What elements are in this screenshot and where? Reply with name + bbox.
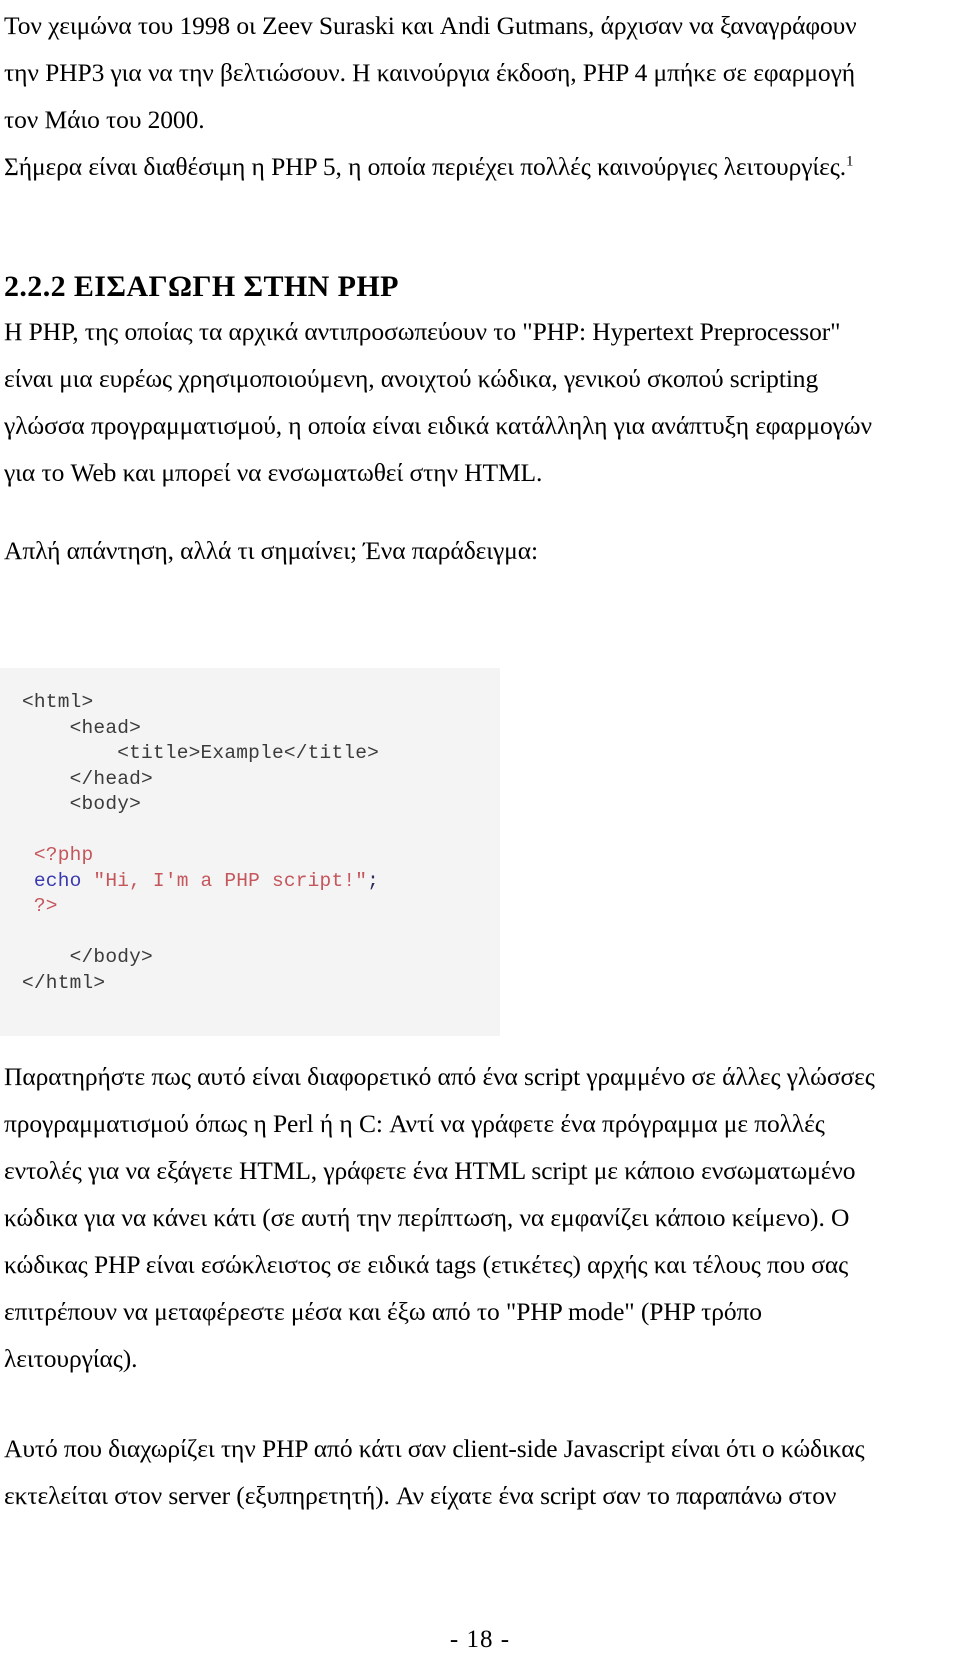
code-example-text: <html> <head> <title>Example</title> </h…	[22, 690, 500, 996]
para2-line-3: εντολές για να εξάγετε HTML, γράφετε ένα…	[4, 1156, 856, 1185]
footnote-marker: 1	[846, 153, 854, 170]
intro-line-4-text: Σήμερα είναι διαθέσιμη η PHP 5, η οποία …	[4, 152, 847, 181]
code-token-tag: <title>Example</title>	[117, 742, 380, 764]
code-token-tag: </head>	[69, 767, 153, 790]
para2-line-5: κώδικας PHP είναι εσώκλειστος σε ειδικά …	[4, 1250, 849, 1279]
para1-line-1: Η PHP, της οποίας τα αρχικά αντιπροσωπεύ…	[4, 317, 841, 346]
code-token-php: <?php	[33, 844, 94, 866]
code-token-tag: <body>	[69, 793, 142, 815]
code-token-string: "Hi, I'm a PHP script!"	[93, 869, 368, 892]
document-page: Τον χειμώνα του 1998 οι Zeev Suraski και…	[0, 0, 960, 1678]
intro-paragraph: Τον χειμώνα του 1998 οι Zeev Suraski και…	[0, 2, 954, 190]
paragraph-explanation: Παρατηρήστε πως αυτό είναι διαφορετικό α…	[0, 1053, 954, 1382]
para2-line-4: κώδικα για να κάνει κάτι (σε αυτή την πε…	[4, 1203, 850, 1232]
lead-in-text: Απλή απάντηση, αλλά τι σημαίνει; Ένα παρ…	[4, 536, 538, 565]
para1-line-4: για το Web και μπορεί να ενσωματωθεί στη…	[4, 458, 543, 487]
code-token-punct: ;	[367, 869, 380, 892]
para1-line-3: γλώσσα προγραμματισμού, η οποία είναι ει…	[4, 411, 872, 440]
code-token-tag: <head>	[69, 716, 142, 739]
para2-line-6: επιτρέπουν να μεταφέρεστε μέσα και έξω α…	[4, 1297, 762, 1326]
para1-line-2: είναι μια ευρέως χρησιμοποιούμενη, ανοιχ…	[4, 364, 819, 393]
intro-line-3: τον Μάιο του 2000.	[4, 105, 205, 134]
intro-line-2: την PHP3 για να την βελτιώσουν. Η καινού…	[4, 58, 855, 87]
para2-line-1: Παρατηρήστε πως αυτό είναι διαφορετικό α…	[4, 1062, 875, 1091]
intro-line-1: Τον χειμώνα του 1998 οι Zeev Suraski και…	[4, 11, 857, 40]
para3-line-1: Αυτό που διαχωρίζει την PHP από κάτι σαν…	[4, 1434, 865, 1463]
paragraph-definition: Η PHP, της οποίας τα αρχικά αντιπροσωπεύ…	[0, 308, 954, 496]
section-heading: 2.2.2 ΕΙΣΑΓΩΓΗ ΣΤΗΝ PHP	[4, 269, 399, 303]
para2-line-2: προγραμματισμού όπως η Perl ή η C: Αντί …	[4, 1109, 825, 1138]
code-example-block: <html> <head> <title>Example</title> </h…	[0, 668, 500, 1036]
code-token-tag: </body>	[69, 946, 153, 968]
code-token-php: ?>	[33, 895, 58, 917]
lead-in-sentence: Απλή απάντηση, αλλά τι σημαίνει; Ένα παρ…	[0, 527, 954, 574]
page-number: - 18 -	[449, 1626, 511, 1653]
para2-line-7: λειτουργίας).	[4, 1344, 138, 1373]
code-token-tag: </html>	[22, 971, 106, 994]
code-token-keyword: echo	[33, 869, 94, 892]
para3-line-2: εκτελείται στον server (εξυπηρετητή). Αν…	[4, 1481, 837, 1510]
intro-line-4: Σήμερα είναι διαθέσιμη η PHP 5, η οποία …	[0, 143, 954, 190]
code-token-tag: <html>	[22, 691, 94, 713]
paragraph-server-side: Αυτό που διαχωρίζει την PHP από κάτι σαν…	[0, 1425, 954, 1519]
